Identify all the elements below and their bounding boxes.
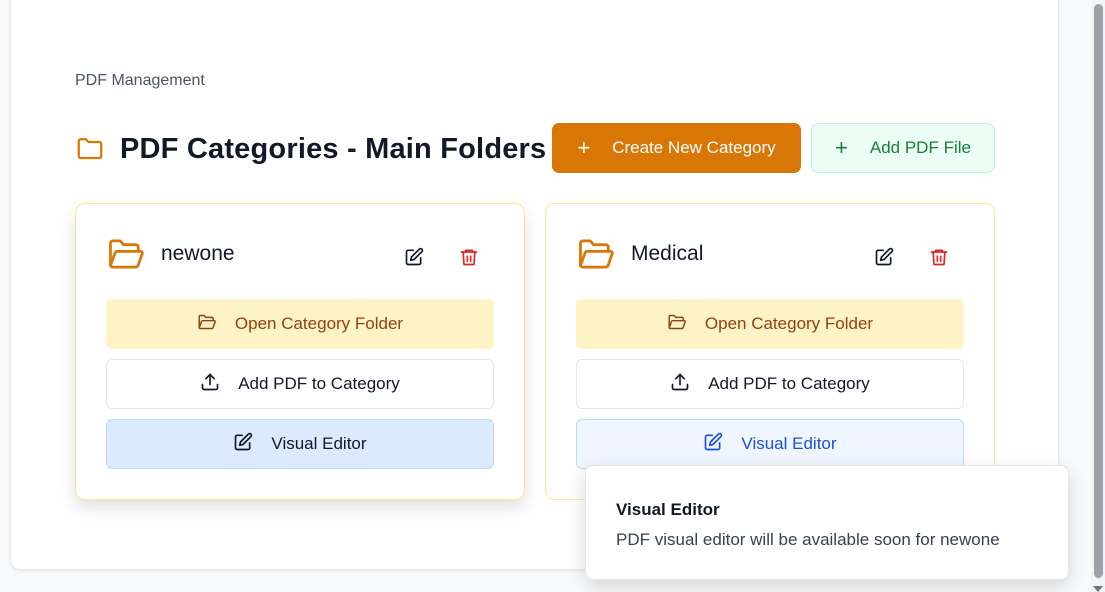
edit-icon[interactable] <box>403 246 425 268</box>
toast-notification: Visual Editor PDF visual editor will be … <box>585 465 1069 580</box>
toast-title: Visual Editor <box>616 500 720 519</box>
add-pdf-to-category-button[interactable]: Add PDF to Category <box>106 359 494 409</box>
category-name: Medical <box>631 242 704 265</box>
folder-open-icon <box>667 313 687 336</box>
visual-editor-button[interactable]: Visual Editor <box>106 419 494 469</box>
edit-icon <box>233 432 253 457</box>
add-pdf-file-label: Add PDF File <box>869 138 971 157</box>
trash-icon[interactable] <box>458 246 480 268</box>
visual-editor-label: Visual Editor <box>271 434 367 453</box>
category-card: Medical Open Category Folder Add PDF to … <box>545 203 995 500</box>
title-row: PDF Categories - Main Folders + Create N… <box>75 123 995 173</box>
edit-icon <box>703 432 723 457</box>
add-pdf-to-category-label: Add PDF to Category <box>708 374 870 393</box>
upload-icon <box>670 372 690 397</box>
open-category-folder-label: Open Category Folder <box>704 314 874 333</box>
add-pdf-file-button[interactable]: + Add PDF File <box>811 123 995 173</box>
folder-open-icon <box>106 236 146 272</box>
visual-editor-label: Visual Editor <box>741 434 837 453</box>
section-label: PDF Management <box>75 72 205 89</box>
folder-icon <box>75 133 105 163</box>
create-category-label: Create New Category <box>612 138 776 157</box>
create-category-button[interactable]: + Create New Category <box>552 123 801 173</box>
page-title: PDF Categories - Main Folders <box>120 133 547 165</box>
category-name: newone <box>161 242 235 265</box>
visual-editor-button[interactable]: Visual Editor <box>576 419 964 469</box>
folder-open-icon <box>197 313 217 336</box>
scrollbar[interactable] <box>1091 0 1105 592</box>
card-header: Medical <box>576 236 966 276</box>
add-pdf-to-category-label: Add PDF to Category <box>238 374 400 393</box>
category-card: newone Open Category Folder Add PDF to C… <box>75 203 525 500</box>
open-category-folder-label: Open Category Folder <box>234 314 404 333</box>
edit-icon[interactable] <box>873 246 895 268</box>
open-category-folder-button[interactable]: Open Category Folder <box>106 299 494 349</box>
scrollbar-thumb[interactable] <box>1094 4 1103 578</box>
scroll-down-arrow-icon[interactable] <box>1093 586 1103 592</box>
card-header: newone <box>106 236 496 276</box>
upload-icon <box>200 372 220 397</box>
add-pdf-to-category-button[interactable]: Add PDF to Category <box>576 359 964 409</box>
folder-open-icon <box>576 236 616 272</box>
toast-description: PDF visual editor will be available soon… <box>616 530 1000 549</box>
plus-icon: + <box>577 135 591 160</box>
open-category-folder-button[interactable]: Open Category Folder <box>576 299 964 349</box>
trash-icon[interactable] <box>928 246 950 268</box>
plus-icon: + <box>835 135 848 160</box>
